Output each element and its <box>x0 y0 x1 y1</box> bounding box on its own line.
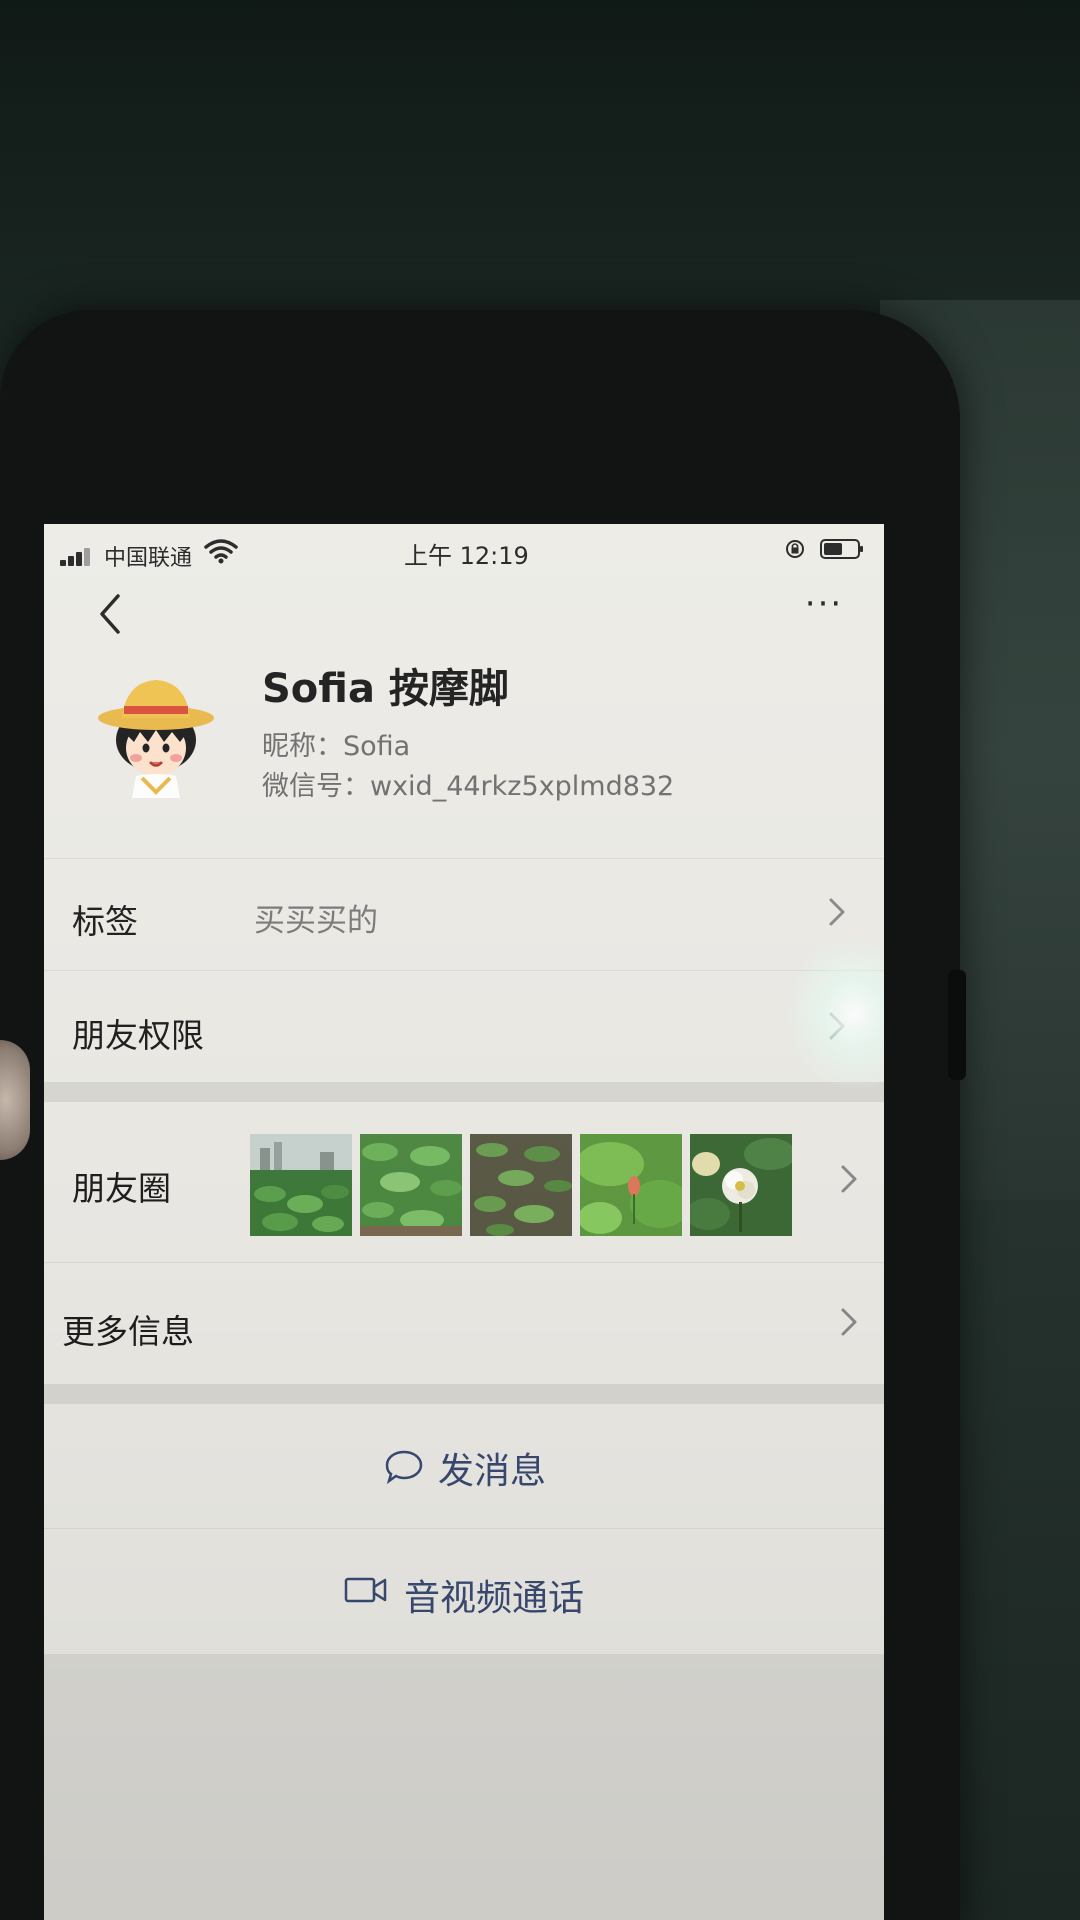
status-bar: 中国联通 上午 12:19 <box>44 524 884 582</box>
tags-row[interactable]: 标签 买买买的 <box>44 858 884 971</box>
moments-row[interactable]: 朋友圈 <box>44 1102 884 1262</box>
phone-screen: 中国联通 上午 12:19 ··· Sofia 按摩脚 昵称：Sofia 微信号… <box>44 524 884 1920</box>
status-time: 上午 12:19 <box>404 542 529 570</box>
chevron-left-icon[interactable] <box>80 584 140 644</box>
send-message-label: 发消息 <box>438 1451 547 1492</box>
empty-area <box>44 1654 884 1920</box>
friend-permissions-row[interactable]: 朋友权限 <box>44 970 884 1083</box>
moments-photo[interactable] <box>360 1134 462 1236</box>
moments-photo[interactable] <box>580 1134 682 1236</box>
profile-name: Sofia 按摩脚 <box>262 666 509 712</box>
tags-label: 标签 <box>72 902 138 941</box>
chevron-right-icon <box>829 898 845 926</box>
moments-photo[interactable] <box>470 1134 572 1236</box>
chat-bubble-icon <box>385 1450 423 1485</box>
chevron-right-icon <box>841 1165 857 1193</box>
rotation-lock-icon <box>786 540 804 558</box>
wifi-icon <box>204 539 238 564</box>
more-dots-icon[interactable]: ··· <box>794 584 854 624</box>
battery-icon <box>820 539 863 559</box>
friend-permissions-label: 朋友权限 <box>72 1016 204 1055</box>
finger <box>0 1040 30 1160</box>
video-camera-icon <box>344 1577 387 1603</box>
video-call-button[interactable]: 音视频通话 <box>44 1528 884 1655</box>
moments-label: 朋友圈 <box>72 1169 171 1208</box>
video-call-label: 音视频通话 <box>404 1578 585 1619</box>
chevron-right-icon <box>841 1308 857 1336</box>
profile-nickname: 昵称：Sofia <box>262 731 411 762</box>
phone-side-button <box>948 970 966 1080</box>
carrier-name: 中国联通 <box>104 546 193 571</box>
chevron-right-icon <box>829 1012 845 1040</box>
more-info-label: 更多信息 <box>62 1312 194 1351</box>
section-separator <box>44 1384 884 1404</box>
moments-photo[interactable] <box>690 1134 792 1236</box>
more-info-row[interactable]: 更多信息 <box>44 1262 884 1385</box>
moments-photo[interactable] <box>250 1134 352 1236</box>
section-separator <box>44 1082 884 1102</box>
profile-wechat-id: 微信号：wxid_44rkz5xplmd832 <box>262 771 675 802</box>
avatar[interactable] <box>96 672 222 798</box>
tags-value: 买买买的 <box>254 903 378 939</box>
send-message-button[interactable]: 发消息 <box>44 1404 884 1528</box>
signal-icon <box>60 546 96 566</box>
